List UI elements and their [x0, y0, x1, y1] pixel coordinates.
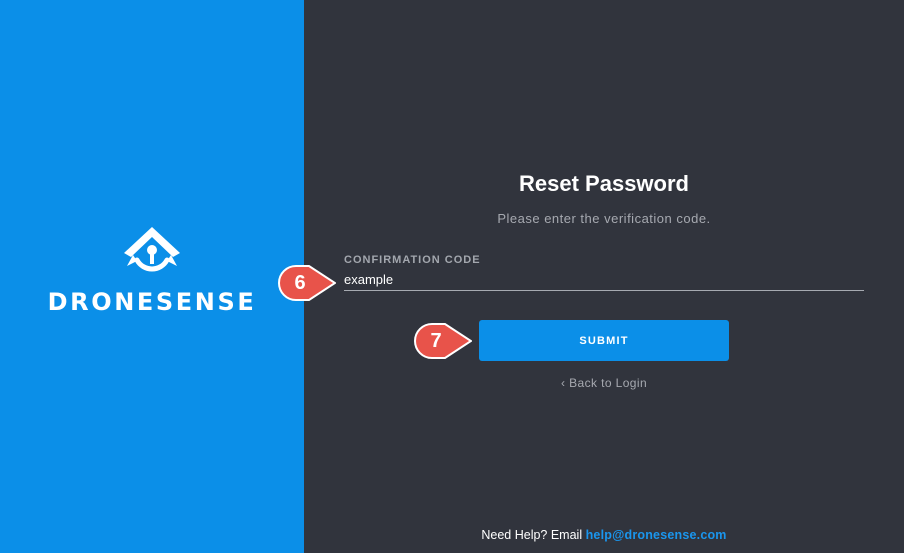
brand-name: DRONESENSE — [47, 288, 257, 316]
submit-button[interactable]: SUBMIT — [479, 320, 729, 361]
help-prefix: Need Help? Email — [481, 528, 583, 542]
confirmation-code-input[interactable] — [344, 270, 864, 291]
chevron-left-icon: ‹ — [560, 376, 566, 390]
login-screen: DRONESENSE Reset Password Please enter t… — [0, 0, 904, 553]
dronesense-logo: DRONESENSE — [0, 222, 304, 316]
back-to-login-link[interactable]: ‹ Back to Login — [304, 376, 904, 390]
page-title: Reset Password — [519, 171, 689, 196]
annotation-number-6: 6 — [294, 272, 306, 294]
page-subtitle: Please enter the verification code. — [497, 211, 711, 226]
confirmation-code-label: CONFIRMATION CODE — [344, 254, 481, 266]
help-footer: Need Help? Email help@dronesense.com — [304, 528, 904, 542]
dronesense-logo-icon — [124, 227, 180, 272]
annotation-callout-7: 7 — [414, 323, 472, 359]
annotation-number-7: 7 — [430, 330, 442, 352]
brand-panel: DRONESENSE — [0, 0, 304, 553]
help-email-link[interactable]: help@dronesense.com — [586, 528, 727, 542]
back-to-login-label[interactable]: Back to Login — [569, 376, 647, 390]
annotation-callout-6: 6 — [278, 265, 336, 301]
